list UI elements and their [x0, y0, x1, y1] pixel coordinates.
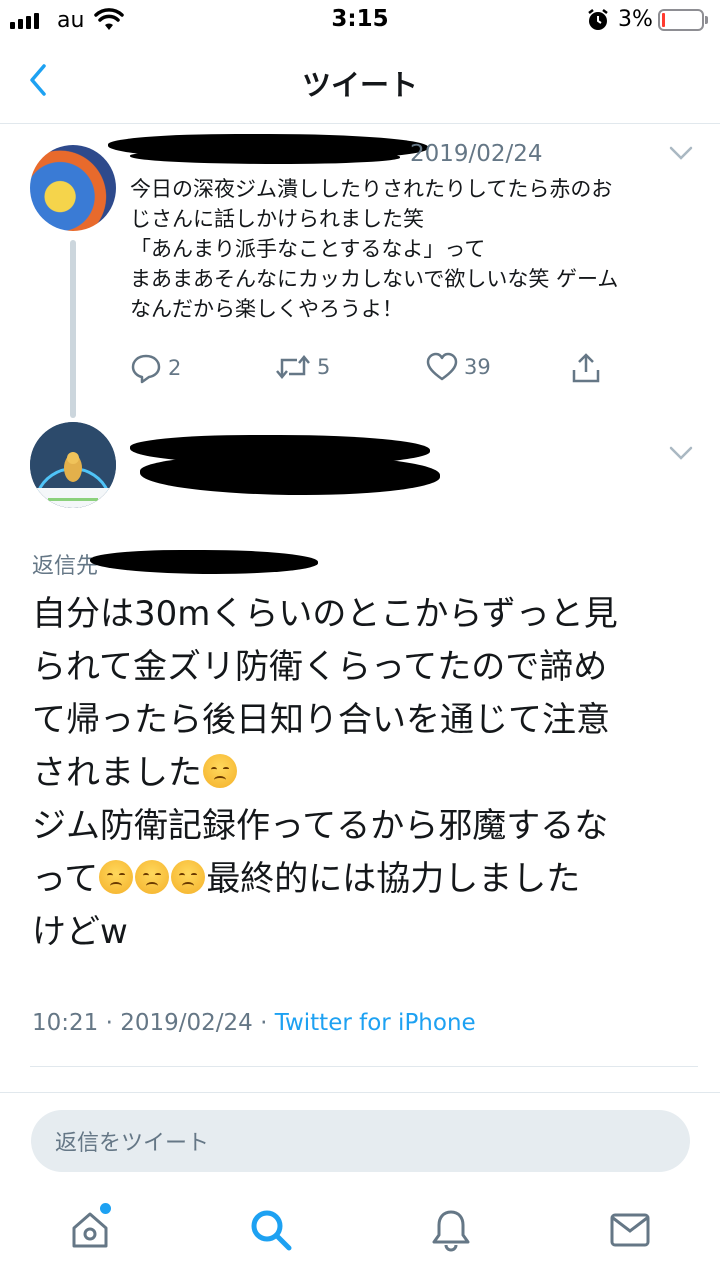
tweet-text-line: て帰ったら後日知り合いを通じて注意: [32, 700, 610, 740]
like-button[interactable]: 39: [426, 352, 491, 382]
disappointed-face-emoji: [135, 860, 170, 894]
redaction-mark: [140, 455, 440, 495]
battery-level: [662, 13, 665, 27]
redaction-mark: [90, 550, 318, 574]
reply-to-label: 返信先: [32, 554, 99, 579]
tweet-text-line: ジム防衛記録作ってるから邪魔するな: [32, 806, 609, 846]
source-app-link[interactable]: Twitter for iPhone: [275, 1010, 476, 1036]
notification-dot: [100, 1203, 111, 1214]
reply-count: 2: [168, 356, 182, 380]
search-icon: [251, 1210, 292, 1251]
tweet-text-line: じさんに話しかけられました笑: [130, 207, 424, 231]
reply-input[interactable]: 返信をツイート: [31, 1110, 690, 1172]
avatar[interactable]: [30, 422, 116, 508]
tweet-text-line: 今日の深夜ジム潰ししたりされたりしてたら赤のお: [130, 177, 613, 201]
divider: [30, 1066, 698, 1067]
tweet-text-line: 最終的には協力しました: [206, 859, 581, 899]
tab-search[interactable]: [241, 1200, 301, 1260]
tweet-text: 今日の深夜ジム潰ししたりされたりしてたら赤のお じさんに話しかけられました笑 「…: [130, 174, 690, 324]
disappointed-face-emoji: [203, 754, 237, 788]
tweet-date: 2019/02/24: [410, 141, 543, 167]
tab-home[interactable]: [60, 1200, 120, 1260]
avatar-image: [30, 422, 116, 508]
tweet-text-line-wrap: されました: [32, 747, 702, 800]
tweet-text: 自分は30mくらいのとこからずっと見 られて金ズリ防衛くらってたので諦め て帰っ…: [32, 588, 702, 959]
notifications-icon: [432, 1210, 470, 1252]
like-count: 39: [464, 355, 491, 379]
retweet-icon: [276, 355, 310, 379]
chevron-down-icon[interactable]: [668, 444, 694, 462]
share-icon: [572, 353, 600, 383]
battery-icon: [658, 9, 708, 31]
retweet-button[interactable]: 5: [275, 352, 330, 382]
tab-messages[interactable]: [600, 1200, 660, 1260]
tweet-text-line: まあまあそんなにカッカしないで欲しいな笑 ゲーム: [130, 267, 619, 291]
tweet-text-line: 「あんまり派手なことするなよ」って: [130, 237, 486, 261]
tweet-text-line: って: [32, 859, 99, 899]
status-bar: au 3:15 3%: [0, 0, 720, 40]
retweet-count: 5: [317, 355, 331, 379]
home-icon: [72, 1212, 108, 1248]
tweet-text-line: 自分は30mくらいのとこからずっと見: [32, 594, 618, 634]
reply-button[interactable]: 2: [130, 352, 181, 384]
tweet-text-line-wrap: って 最終的には協力しました: [32, 853, 702, 906]
battery-percent: 3%: [618, 7, 653, 32]
chevron-down-icon[interactable]: [668, 144, 694, 162]
tweet-actions: 2 5 39: [130, 352, 610, 388]
tweet-text-line: なんだから楽しくやろうよ！: [130, 297, 403, 321]
reply-icon: [131, 354, 161, 384]
disappointed-face-emoji: [99, 860, 134, 894]
page-title: ツイート: [301, 68, 418, 102]
tweet-meta: 10:21 · 2019/02/24 · Twitter for iPhone: [32, 1010, 476, 1036]
alarm-icon: [588, 9, 608, 30]
status-clock: 3:15: [331, 6, 389, 32]
tweet-text-line: けどw: [32, 912, 128, 952]
nav-bar: ツイート: [0, 40, 720, 124]
tweet-text-line: されました: [32, 753, 202, 793]
disappointed-face-emoji: [171, 860, 206, 894]
tab-bar: [0, 1188, 720, 1280]
tweet-timestamp: 10:21 · 2019/02/24 ·: [32, 1010, 275, 1036]
share-button[interactable]: [570, 352, 602, 384]
tab-notifications[interactable]: [421, 1200, 481, 1260]
redaction-mark: [130, 150, 400, 164]
messages-icon: [610, 1213, 650, 1247]
thread-connector: [70, 240, 76, 418]
heart-icon: [426, 352, 458, 381]
avatar[interactable]: [30, 145, 116, 231]
tweet-text-line: られて金ズリ防衛くらってたので諦め: [32, 647, 608, 687]
reply-bar: 返信をツイート: [0, 1092, 720, 1188]
